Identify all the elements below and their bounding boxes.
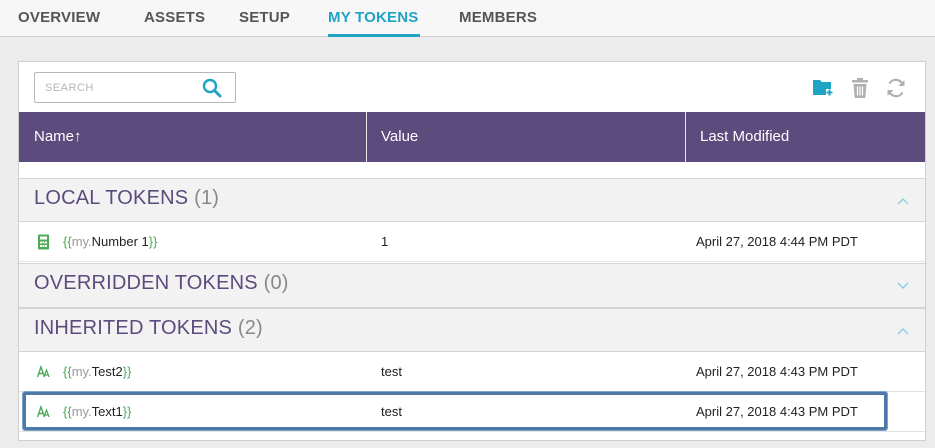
tokens-panel: Name↑ Value Last Modified LOCAL TOKENS (… bbox=[18, 61, 926, 441]
group-header-inherited-tokens[interactable]: INHERITED TOKENS (2) bbox=[19, 308, 925, 352]
token-name: {{my.Test2}} bbox=[63, 364, 132, 379]
text-icon bbox=[37, 364, 50, 378]
group-title: INHERITED TOKENS (2) bbox=[34, 317, 263, 339]
tab-my-tokens[interactable]: MY TOKENS bbox=[328, 9, 418, 26]
search-icon[interactable] bbox=[201, 78, 223, 98]
tab-members[interactable]: MEMBERS bbox=[459, 9, 537, 26]
chevron-up-icon[interactable] bbox=[897, 197, 909, 205]
column-header-last-modified[interactable]: Last Modified bbox=[685, 112, 925, 162]
token-value: test bbox=[381, 404, 402, 419]
new-folder-icon[interactable] bbox=[811, 76, 835, 100]
active-tab-indicator bbox=[328, 34, 420, 37]
table-row[interactable]: {{my.Test2}} test April 27, 2018 4:43 PM… bbox=[19, 352, 925, 392]
chevron-up-icon[interactable] bbox=[897, 327, 909, 335]
token-name: {{my.Number 1}} bbox=[63, 234, 158, 249]
token-name: {{my.Text1}} bbox=[63, 404, 132, 419]
tab-setup[interactable]: SETUP bbox=[239, 9, 290, 26]
search-input[interactable] bbox=[35, 73, 195, 102]
tab-overview[interactable]: OVERVIEW bbox=[18, 9, 100, 26]
token-value: 1 bbox=[381, 234, 389, 249]
chevron-down-icon[interactable] bbox=[897, 282, 909, 290]
text-icon bbox=[37, 404, 50, 418]
tab-assets[interactable]: ASSETS bbox=[144, 9, 205, 26]
token-last-modified: April 27, 2018 4:43 PM PDT bbox=[696, 364, 858, 379]
refresh-icon[interactable] bbox=[884, 76, 908, 100]
group-title: LOCAL TOKENS (1) bbox=[34, 187, 220, 209]
search-box bbox=[34, 72, 236, 103]
token-last-modified: April 27, 2018 4:43 PM PDT bbox=[696, 404, 858, 419]
group-title: OVERRIDDEN TOKENS (0) bbox=[34, 272, 289, 294]
table-row[interactable]: {{my.Number 1}} 1 April 27, 2018 4:44 PM… bbox=[19, 222, 925, 262]
token-value: test bbox=[381, 364, 402, 379]
group-header-local-tokens[interactable]: LOCAL TOKENS (1) bbox=[19, 178, 925, 222]
token-last-modified: April 27, 2018 4:44 PM PDT bbox=[696, 234, 858, 249]
group-header-overridden-tokens[interactable]: OVERRIDDEN TOKENS (0) bbox=[19, 263, 925, 308]
top-tab-bar: OVERVIEW ASSETS SETUP MY TOKENS MEMBERS bbox=[0, 0, 935, 37]
trash-icon[interactable] bbox=[848, 76, 872, 100]
table-header: Name↑ Value Last Modified bbox=[19, 112, 925, 162]
calculator-icon bbox=[38, 234, 49, 250]
table-row-selected[interactable]: {{my.Text1}} test April 27, 2018 4:43 PM… bbox=[19, 392, 925, 432]
column-header-value[interactable]: Value bbox=[366, 112, 685, 162]
column-header-name[interactable]: Name↑ bbox=[19, 112, 366, 162]
